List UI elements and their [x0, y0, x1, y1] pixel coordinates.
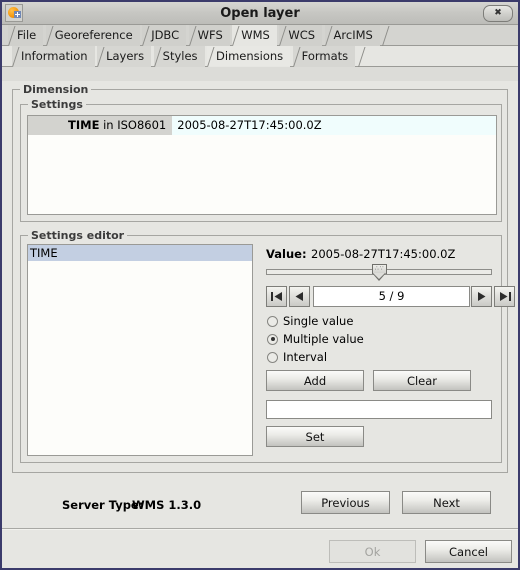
radio-multiple-value-label: Multiple value: [283, 332, 364, 346]
value-entry-input[interactable]: [266, 400, 492, 419]
settings-group-title: Settings: [28, 98, 86, 111]
value-slider[interactable]: ∴∵: [266, 264, 492, 281]
server-type-tabs: File Georeference JDBC WFS WMS WCS ArcIM…: [2, 25, 518, 46]
settings-row-value: 2005-08-27T17:45:00.0Z: [172, 116, 496, 135]
settings-table-row[interactable]: TIME in ISO8601 2005-08-27T17:45:00.0Z: [28, 116, 496, 135]
next-page-icon: [478, 292, 486, 301]
clear-button[interactable]: Clear: [373, 370, 471, 391]
radio-multiple-value-indicator: [267, 333, 278, 345]
settings-editor-group-title: Settings editor: [28, 229, 128, 242]
server-type-value: WMS 1.3.0: [132, 498, 202, 512]
last-page-button[interactable]: [494, 286, 515, 307]
dimension-group: Dimension Settings TIME in ISO8601 2005-…: [12, 83, 515, 473]
footer-divider-highlight: [2, 529, 518, 530]
tab-file[interactable]: File: [8, 25, 44, 46]
globe-plus-icon: [5, 4, 23, 22]
tab-wms[interactable]: WMS: [232, 25, 277, 46]
inner-tab-strip-end: [358, 46, 367, 67]
radio-interval-indicator: [267, 351, 278, 363]
open-layer-dialog: Open layer ✖ File Georeference JDBC WFS …: [0, 0, 520, 570]
tab-jdbc[interactable]: JDBC: [142, 25, 187, 46]
close-icon[interactable]: ✖: [483, 5, 513, 22]
previous-page-icon: [295, 292, 303, 301]
last-page-icon: [499, 292, 511, 301]
tab-dimensions[interactable]: Dimensions: [207, 46, 291, 67]
dimensions-panel: Dimension Settings TIME in ISO8601 2005-…: [2, 81, 518, 568]
tab-strip-end: [382, 25, 391, 46]
radio-single-value[interactable]: Single value: [267, 314, 353, 328]
radio-single-value-label: Single value: [283, 314, 354, 328]
first-page-button[interactable]: [266, 286, 287, 307]
tab-georeference[interactable]: Georeference: [45, 25, 140, 46]
value-text: 2005-08-27T17:45:00.0Z: [311, 247, 456, 261]
tab-formats[interactable]: Formats: [292, 46, 356, 67]
window-title: Open layer: [220, 5, 300, 21]
title-bar: Open layer ✖: [2, 2, 518, 25]
settings-row-key-suffix: in ISO8601: [99, 118, 167, 132]
next-button[interactable]: Next: [402, 491, 491, 514]
slider-thumb[interactable]: ∴∵: [372, 264, 387, 281]
dimension-list[interactable]: TIME: [27, 244, 253, 456]
settings-group: Settings TIME in ISO8601 2005-08-27T17:4…: [20, 98, 502, 222]
settings-table[interactable]: TIME in ISO8601 2005-08-27T17:45:00.0Z: [27, 115, 497, 215]
tab-wcs[interactable]: WCS: [279, 25, 323, 46]
tab-styles[interactable]: Styles: [153, 46, 205, 67]
tab-arcims[interactable]: ArcIMS: [324, 25, 380, 46]
wms-section-tabs: Information Layers Styles Dimensions For…: [2, 46, 518, 67]
value-label: Value:: [266, 247, 307, 261]
dimension-group-title: Dimension: [20, 83, 92, 96]
slider-thumb-grip-icon: ∴∵: [375, 265, 385, 272]
tab-information[interactable]: Information: [12, 46, 95, 67]
set-button[interactable]: Set: [266, 426, 364, 447]
radio-interval-label: Interval: [283, 350, 328, 364]
cancel-button[interactable]: Cancel: [425, 540, 512, 563]
page-counter-field[interactable]: 5 / 9: [313, 286, 470, 307]
list-item[interactable]: TIME: [28, 245, 252, 261]
tab-wfs[interactable]: WFS: [188, 25, 230, 46]
tab-layers[interactable]: Layers: [97, 46, 152, 67]
previous-button[interactable]: Previous: [301, 491, 390, 514]
next-page-button[interactable]: [471, 286, 492, 307]
add-button[interactable]: Add: [266, 370, 364, 391]
first-page-icon: [270, 292, 282, 301]
settings-editor-group: Settings editor TIME Value: 2005-08-27T1…: [20, 229, 515, 463]
radio-interval[interactable]: Interval: [267, 350, 327, 364]
settings-row-key-name: TIME: [68, 118, 100, 132]
settings-row-key: TIME in ISO8601: [28, 116, 173, 135]
radio-multiple-value[interactable]: Multiple value: [267, 332, 364, 346]
radio-single-value-indicator: [267, 315, 278, 327]
ok-button[interactable]: Ok: [329, 540, 416, 563]
previous-page-button[interactable]: [289, 286, 310, 307]
